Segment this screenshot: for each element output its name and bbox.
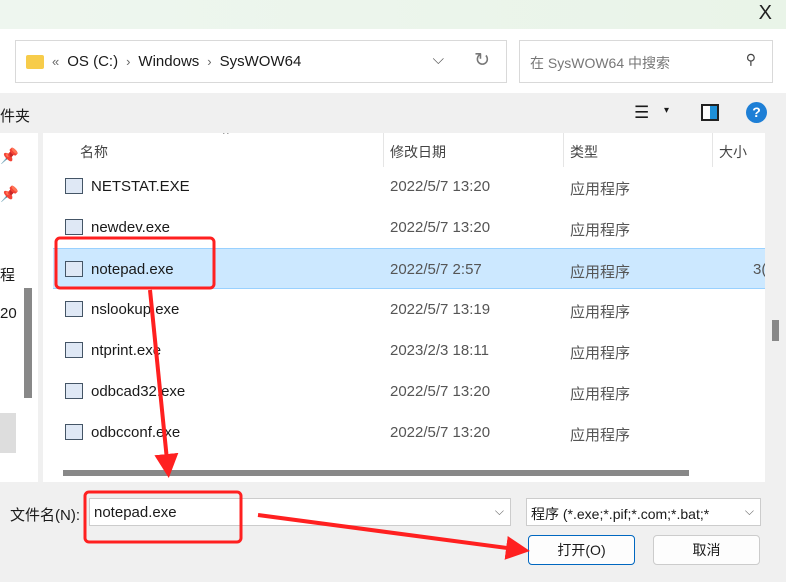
sort-ascending-icon: ^ <box>223 133 229 141</box>
file-name: newdev.exe <box>91 219 170 236</box>
help-icon[interactable]: ? <box>746 102 767 123</box>
file-type: 应用程序 <box>570 222 631 239</box>
filetype-select[interactable]: 程序 (*.exe;*.pif;*.com;*.bat;* ⌵ <box>526 498 761 526</box>
file-type: 应用程序 <box>570 264 631 281</box>
file-name: nslookup.exe <box>91 301 180 318</box>
toolbar: 件夹 ☰ ▾ ? <box>0 93 786 133</box>
sidebar-item[interactable]: 程 <box>0 264 15 285</box>
column-size[interactable]: 大小 <box>719 142 747 162</box>
file-name: notepad.exe <box>91 261 174 278</box>
file-name: odbcad32.exe <box>91 383 186 400</box>
pin-icon: 📌 <box>0 186 19 203</box>
exe-file-icon <box>65 424 83 440</box>
file-name: NETSTAT.EXE <box>91 178 190 195</box>
navigation-pane: 📌 📌 程 20 <box>0 133 38 482</box>
file-date: 2022/5/7 13:20 <box>390 219 491 236</box>
file-date: 2022/5/7 13:19 <box>390 301 491 318</box>
view-menu-icon[interactable]: ☰ <box>634 103 649 123</box>
file-size: 3( <box>753 261 765 278</box>
preview-pane-icon[interactable] <box>701 104 719 121</box>
chevron-down-icon[interactable]: ⌵ <box>433 51 444 68</box>
file-type: 应用程序 <box>570 304 631 321</box>
file-date: 2022/5/7 2:57 <box>390 261 482 278</box>
file-row[interactable]: odbcad32.exe 2022/5/7 13:20 应用程序 <box>53 371 765 412</box>
exe-file-icon <box>65 301 83 317</box>
file-date: 2022/5/7 13:20 <box>390 383 491 400</box>
filename-value: notepad.exe <box>94 504 177 521</box>
search-input[interactable]: 在 SysWOW64 中搜索 ⚲ <box>519 40 773 83</box>
file-type: 应用程序 <box>570 427 631 444</box>
list-header: ^ 名称 修改日期 类型 大小 <box>43 133 765 167</box>
chevron-down-icon[interactable]: ⌵ <box>744 504 754 519</box>
chevron-right-icon: › <box>126 54 131 69</box>
close-button[interactable]: X <box>759 2 772 25</box>
vertical-scrollbar[interactable] <box>765 133 786 482</box>
sidebar-selection <box>0 413 16 453</box>
file-date: 2022/5/7 13:20 <box>390 424 491 441</box>
file-row[interactable]: NETSTAT.EXE 2022/5/7 13:20 应用程序 <box>53 166 765 207</box>
overflow-chevron[interactable]: « <box>52 54 59 69</box>
exe-file-icon <box>65 261 83 277</box>
filename-label: 文件名(N): <box>10 507 80 524</box>
file-row[interactable]: newdev.exe 2022/5/7 13:20 应用程序 <box>53 207 765 248</box>
open-button[interactable]: 打开(O) <box>528 535 635 565</box>
file-name: odbcconf.exe <box>91 424 181 441</box>
refresh-icon[interactable]: ↻ <box>474 49 490 72</box>
file-row[interactable]: nslookup.exe 2022/5/7 13:19 应用程序 <box>53 289 765 330</box>
sidebar-scrollbar[interactable] <box>24 288 32 398</box>
file-name: ntprint.exe <box>91 342 162 359</box>
breadcrumb-windows[interactable]: Windows <box>138 53 199 70</box>
file-date: 2023/2/3 18:11 <box>390 342 489 359</box>
navigation-bar: « OS (C:) › Windows › SysWOW64 ⌵ ↻ 在 Sys… <box>0 29 786 93</box>
breadcrumb-syswow64[interactable]: SysWOW64 <box>220 53 302 70</box>
pin-icon: 📌 <box>0 148 19 165</box>
column-type[interactable]: 类型 <box>570 142 598 162</box>
exe-file-icon <box>65 219 83 235</box>
breadcrumb-os-c[interactable]: OS (C:) <box>67 53 118 70</box>
search-icon[interactable]: ⚲ <box>746 51 756 68</box>
file-row[interactable]: ntprint.exe 2023/2/3 18:11 应用程序 <box>53 330 765 371</box>
search-placeholder: 在 SysWOW64 中搜索 <box>530 55 671 71</box>
exe-file-icon <box>65 178 83 194</box>
file-date: 2022/5/7 13:20 <box>390 178 491 195</box>
file-row[interactable]: odbcconf.exe 2022/5/7 13:20 应用程序 <box>53 412 765 453</box>
address-bar[interactable]: « OS (C:) › Windows › SysWOW64 ⌵ ↻ <box>15 40 507 83</box>
chevron-right-icon: › <box>207 54 212 69</box>
file-row[interactable]: notepad.exe 2022/5/7 2:57 应用程序 3( <box>53 248 765 289</box>
exe-file-icon <box>65 383 83 399</box>
chevron-down-icon[interactable]: ⌵ <box>495 504 504 519</box>
sidebar-item[interactable]: 20 <box>0 305 17 322</box>
file-type: 应用程序 <box>570 181 631 198</box>
folder-icon <box>26 54 44 69</box>
file-type: 应用程序 <box>570 386 631 403</box>
filetype-value: 程序 (*.exe;*.pif;*.com;*.bat;* <box>531 506 710 522</box>
exe-file-icon <box>65 342 83 358</box>
file-type: 应用程序 <box>570 345 631 362</box>
new-folder-button[interactable]: 件夹 <box>0 105 30 126</box>
cancel-button[interactable]: 取消 <box>653 535 760 565</box>
column-date[interactable]: 修改日期 <box>390 142 446 162</box>
scroll-thumb[interactable] <box>772 320 779 341</box>
filename-input[interactable]: notepad.exe ⌵ <box>89 498 511 526</box>
view-dropdown-icon[interactable]: ▾ <box>664 105 669 116</box>
title-bar: X <box>0 0 786 29</box>
horizontal-scrollbar[interactable] <box>63 470 689 476</box>
file-list: ^ 名称 修改日期 类型 大小 NETSTAT.EXE 2022/5/7 13:… <box>43 133 765 482</box>
column-name[interactable]: 名称 <box>80 142 108 162</box>
